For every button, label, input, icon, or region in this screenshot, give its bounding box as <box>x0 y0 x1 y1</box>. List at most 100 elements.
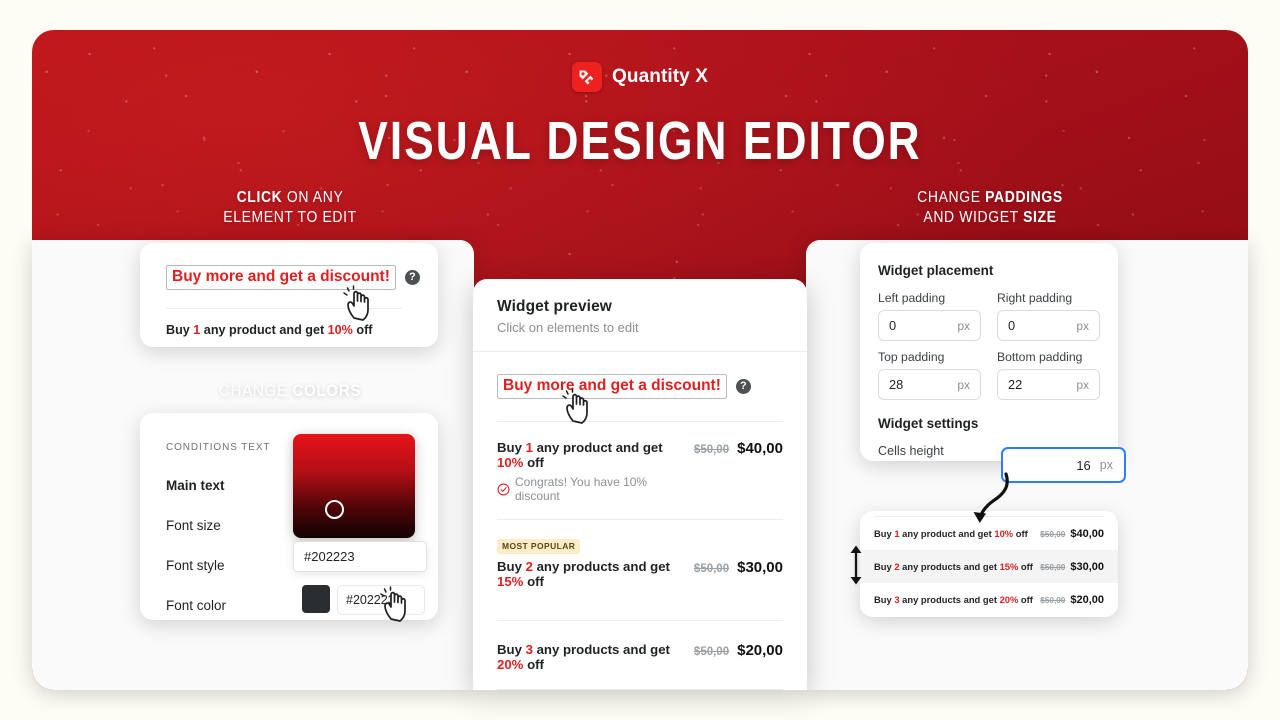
widget-settings-title: Widget settings <box>878 416 979 431</box>
kicker-click-edit: CLICK ON ANY ELEMENT TO EDIT <box>164 188 416 228</box>
offer-condition-line: Buy 1 any product and get 10% off <box>166 323 438 337</box>
bottom-padding-value: 22 <box>1008 377 1023 392</box>
mini-row-3[interactable]: Buy 3 any products and get 20% off $50,0… <box>860 583 1118 616</box>
top-padding-label: Top padding <box>878 350 945 364</box>
font-color-hex-text: #202223 <box>346 593 395 607</box>
mini-row-3-new: $20,00 <box>1070 593 1104 606</box>
kicker-right-bold2: SIZE <box>1023 209 1057 226</box>
offer-1-new-price: $40,00 <box>737 440 783 457</box>
m2-suffix: off <box>1018 561 1033 572</box>
preview-offer-row-3[interactable]: Buy 3 any products and get 20% off $50,0… <box>497 621 783 690</box>
editable-headline-left[interactable]: Buy more and get a discount! <box>166 265 396 290</box>
padding-grid: Left padding 0 px Right padding 0 px Top… <box>878 291 1100 400</box>
o1-pct: 10% <box>497 455 524 470</box>
kicker-colors-rest: CHANGE <box>218 381 293 400</box>
mini-row-3-prices: $50,00 $20,00 <box>1040 594 1104 606</box>
m1-mid: any product and get <box>899 528 995 539</box>
m2-mid: any products and get <box>899 561 1000 572</box>
o1-qty: 1 <box>525 440 533 455</box>
kicker-paddings-size: CHANGE PADDINGS AND WIDGET SIZE <box>864 188 1116 228</box>
o3-pct: 20% <box>497 656 524 672</box>
quantity-x-logo-icon <box>571 62 602 92</box>
page-title: VISUAL DESIGN EDITOR <box>358 111 922 171</box>
bottom-padding-input[interactable]: 22 px <box>997 369 1100 400</box>
offer-3-old-price: $50,00 <box>693 645 730 658</box>
offer-2-prices: $50,00 $30,00 <box>694 559 783 576</box>
bottom-padding-unit: px <box>1076 377 1089 392</box>
m3-pct: 20% <box>999 594 1019 605</box>
offer-1-old-price: $50,00 <box>693 444 730 456</box>
o3-mid: any products and get <box>532 641 670 657</box>
question-mark-icon[interactable]: ? <box>404 270 420 285</box>
right-padding-value: 0 <box>1008 318 1016 333</box>
offer-2-text: Buy 2 any products and get 15% off <box>497 559 684 589</box>
bottom-padding-group: Bottom padding 22 px <box>997 350 1100 400</box>
mini-row-2-old: $50,00 <box>1040 562 1066 572</box>
m1-suffix: off <box>1013 528 1028 539</box>
kicker-change-colors: CHANGE COLORS <box>164 381 416 401</box>
offer-pct: 10% <box>327 323 353 337</box>
kicker-right-rest1: CHANGE <box>917 189 986 206</box>
m1-prefix: Buy <box>874 528 895 539</box>
mini-row-2-prices: $50,00 $30,00 <box>1040 561 1104 573</box>
screenshot-root: Quantity X VISUAL DESIGN EDITOR CLICK ON… <box>0 0 1280 720</box>
right-padding-unit: px <box>1076 318 1089 333</box>
brand-name: Quantity X <box>611 66 708 87</box>
mini-widget-preview: Buy 1 any product and get 10% off $50,00… <box>860 511 1118 617</box>
top-padding-input[interactable]: 28 px <box>878 369 981 400</box>
preview-offer-row-2[interactable]: MOST POPULAR Buy 2 any products and get … <box>497 520 783 621</box>
color-picker-gradient[interactable] <box>293 434 415 538</box>
font-color-swatch[interactable] <box>302 585 330 613</box>
offer-2-new-price: $30,00 <box>737 558 783 576</box>
offer-3-new-price: $20,00 <box>737 641 783 659</box>
widget-preview-header: Widget preview Click on elements to edit <box>473 279 807 352</box>
top-padding-value: 28 <box>889 377 904 392</box>
mini-row-1-old: $50,00 <box>1040 529 1066 539</box>
left-padding-label: Left padding <box>878 291 946 305</box>
o3-qty: 3 <box>525 641 533 657</box>
hex-value-text: #202223 <box>304 549 355 564</box>
widget-preview-title: Widget preview <box>497 298 612 315</box>
color-picker-handle[interactable] <box>325 500 344 519</box>
percent-tag-icon <box>578 68 596 86</box>
editable-headline-preview-text: Buy more and get a discount! <box>503 377 721 394</box>
cells-height-value: 16 <box>1076 457 1091 473</box>
right-padding-input[interactable]: 0 px <box>997 310 1100 341</box>
divider <box>166 308 402 309</box>
mini-row-2[interactable]: Buy 2 any products and get 15% off $50,0… <box>860 550 1118 583</box>
mini-row-3-text: Buy 3 any products and get 20% off <box>874 594 1033 605</box>
right-padding-group: Right padding 0 px <box>997 291 1100 341</box>
bottom-padding-label: Bottom padding <box>997 350 1083 364</box>
o2-pct: 15% <box>497 573 524 589</box>
font-color-hex-input[interactable]: #202223 <box>337 585 425 615</box>
offer-3-text: Buy 3 any products and get 20% off <box>497 642 684 672</box>
hex-value-input[interactable]: #202223 <box>293 541 427 572</box>
question-mark-icon-preview[interactable]: ? <box>735 379 751 394</box>
cells-height-input[interactable]: 16 px <box>1001 447 1126 483</box>
m2-prefix: Buy <box>874 561 895 572</box>
left-padding-input[interactable]: 0 px <box>878 310 981 341</box>
widget-preview-panel: Widget preview Click on elements to edit… <box>473 279 807 690</box>
left-padding-group: Left padding 0 px <box>878 291 981 341</box>
cells-height-unit: px <box>1099 458 1113 472</box>
widget-settings-card: Widget placement Left padding 0 px Right… <box>860 243 1118 461</box>
cart-progress-label: Add 1 more item to your cart to get 15% … <box>497 690 783 691</box>
offer-3-prices: $50,00 $20,00 <box>694 642 783 659</box>
o3-suffix: off <box>523 656 544 672</box>
o1-prefix: Buy <box>497 440 526 455</box>
mini-row-2-text: Buy 2 any products and get 15% off <box>874 561 1033 572</box>
mini-row-1[interactable]: Buy 1 any product and get 10% off $50,00… <box>860 517 1118 550</box>
editable-headline-preview[interactable]: Buy more and get a discount! <box>497 374 727 399</box>
preview-offer-row-1[interactable]: Buy 1 any product and get 10% off Congra… <box>497 422 783 520</box>
o1-suffix: off <box>523 455 544 470</box>
offer-2-old-price: $50,00 <box>693 562 730 575</box>
o3-prefix: Buy <box>497 641 526 657</box>
kicker-left-bold: CLICK <box>236 189 283 206</box>
most-popular-badge: MOST POPULAR <box>497 538 581 554</box>
check-circle-icon <box>497 483 510 495</box>
offer-suffix: off <box>352 323 373 337</box>
left-padding-value: 0 <box>889 318 897 333</box>
o2-suffix: off <box>523 573 544 589</box>
top-padding-unit: px <box>957 377 970 392</box>
offer-card-title-row: Buy more and get a discount! ? <box>166 265 438 290</box>
